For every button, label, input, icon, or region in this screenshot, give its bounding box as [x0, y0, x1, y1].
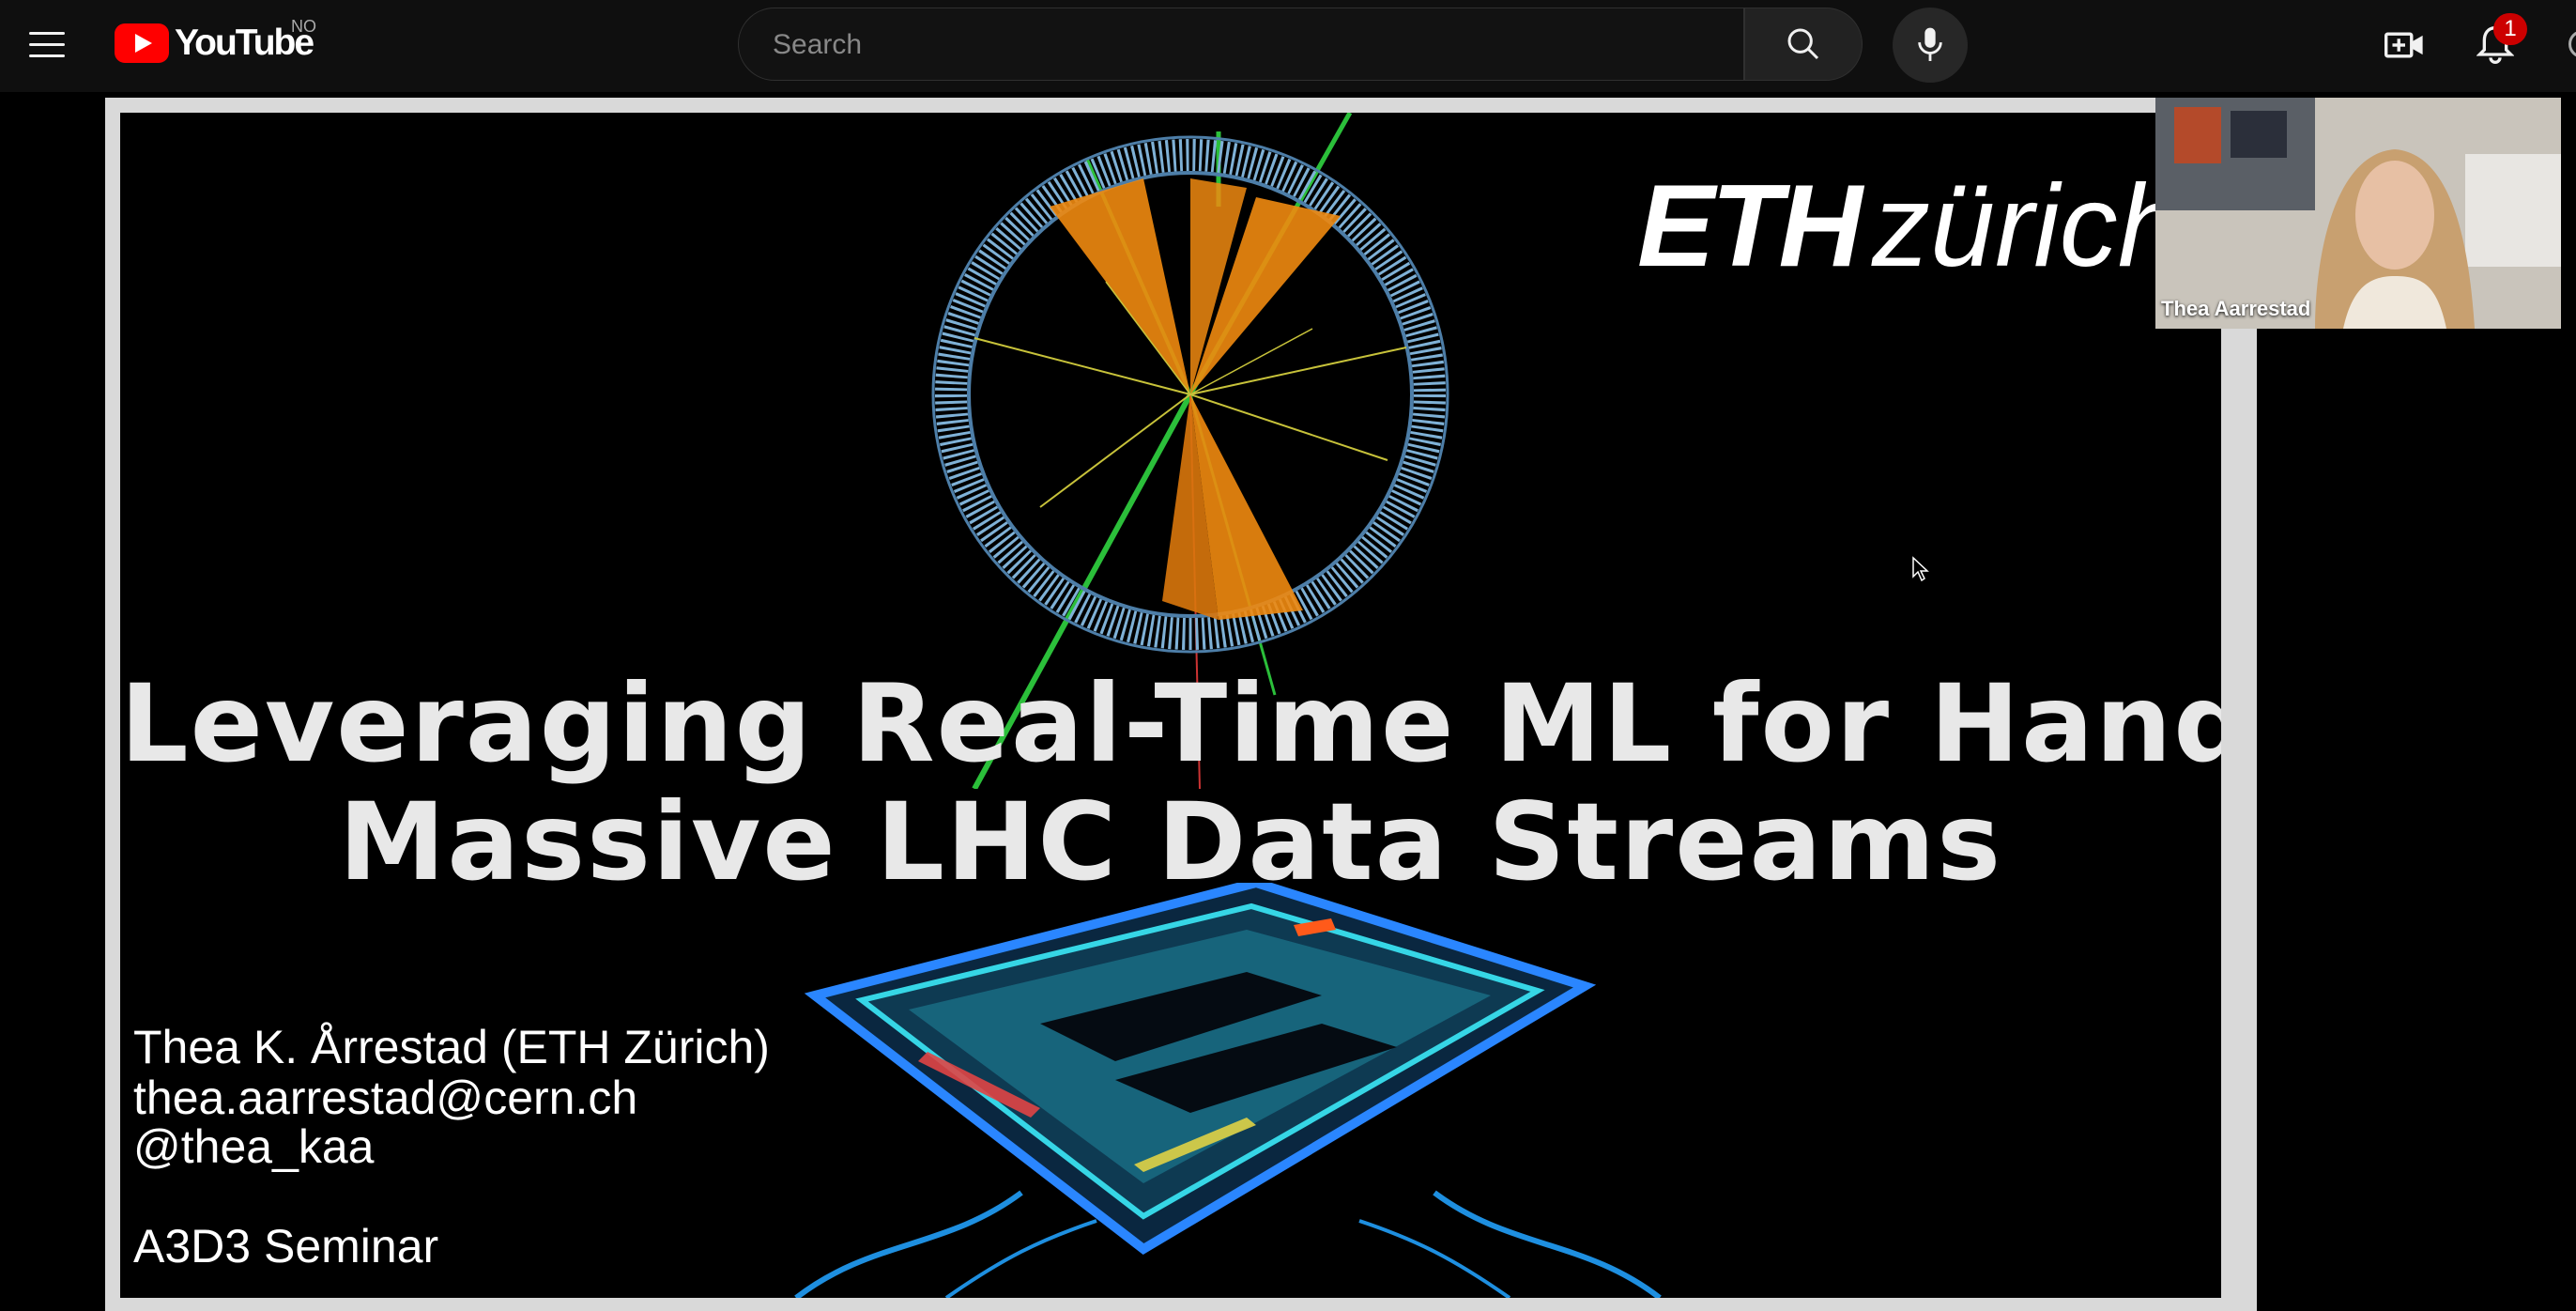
menu-icon[interactable]	[23, 20, 71, 69]
slide-title-line1: Leveraging Real-Time ML for Handling	[120, 661, 2221, 786]
microphone-icon	[1918, 27, 1942, 61]
create-video-icon	[2384, 32, 2423, 58]
avatar[interactable]	[2568, 30, 2576, 58]
speaker-name-label: Thea Aarrestad	[2161, 297, 2311, 320]
processor-chip-graphic	[794, 883, 1662, 1298]
author-name: Thea K. Årrestad (ETH Zürich)	[133, 1021, 770, 1073]
search-input[interactable]	[771, 22, 1713, 69]
search-icon	[1787, 28, 1819, 60]
slide-title-line2: Massive LHC Data Streams	[338, 779, 2003, 904]
event-name: A3D3 Seminar	[133, 1220, 439, 1272]
speaker-video-thumbnail: Thea Aarrestad	[2155, 98, 2561, 329]
masthead: YouTube NO 1	[0, 0, 2576, 92]
notification-badge: 1	[2493, 13, 2527, 45]
create-button[interactable]	[2381, 21, 2430, 69]
presentation-slide: ETH zürich Leveraging Real-Time ML for Ha…	[120, 113, 2221, 1298]
youtube-home-link[interactable]: YouTube	[115, 23, 314, 64]
mouse-cursor-icon	[1912, 556, 1929, 582]
search-box	[738, 8, 1744, 81]
voice-search-button[interactable]	[1893, 8, 1968, 83]
country-code: NO	[291, 17, 316, 36]
eth-zurich-logo: ETH zürich	[1637, 162, 2183, 291]
search-button[interactable]	[1744, 8, 1863, 81]
author-handle: @thea_kaa	[133, 1120, 375, 1173]
speaker-video-image	[2155, 98, 2561, 329]
youtube-logo-icon	[115, 23, 169, 63]
author-email: thea.aarrestad@cern.ch	[133, 1072, 638, 1124]
